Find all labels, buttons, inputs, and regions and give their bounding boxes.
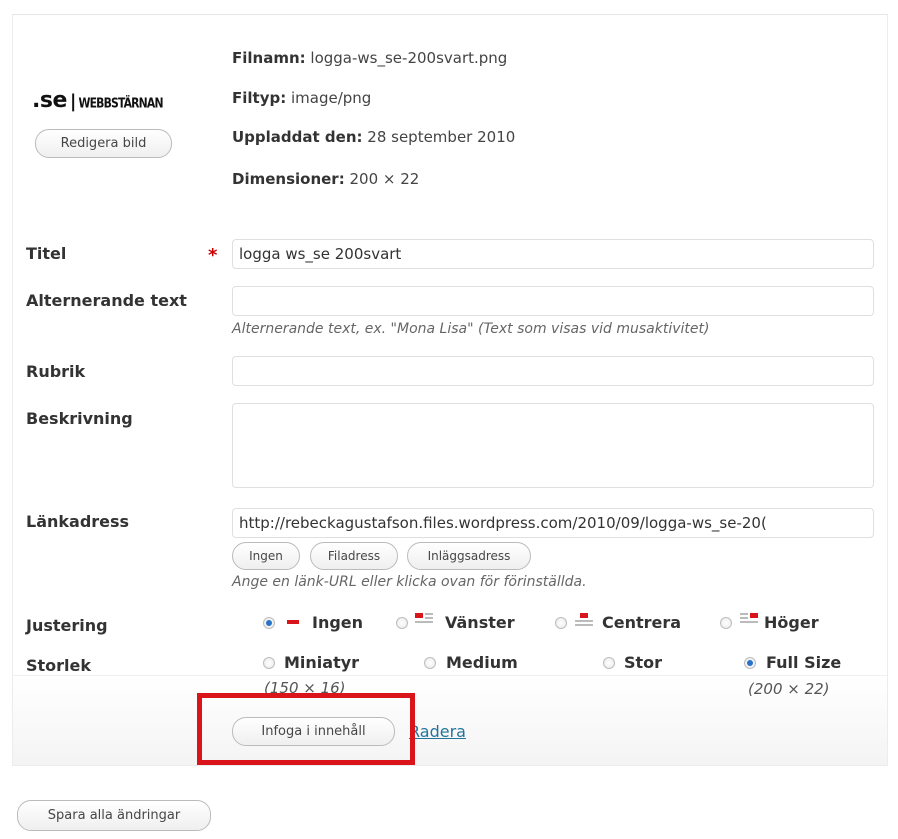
align-none-icon — [287, 620, 299, 624]
save-all-changes-button[interactable]: Spara alla ändringar — [17, 800, 211, 831]
logo-se-text: .se — [32, 88, 67, 113]
align-left-label: Vänster — [445, 613, 515, 632]
size-large-radio[interactable] — [603, 657, 615, 669]
description-textarea[interactable] — [232, 403, 874, 488]
filename-value: logga-ws_se-200svart.png — [310, 49, 508, 67]
required-marker: * — [208, 245, 218, 266]
size-thumbnail-label: Miniatyr — [284, 653, 360, 672]
link-post-url-button[interactable]: Inläggsadress — [407, 542, 531, 570]
align-right-radio[interactable] — [720, 617, 732, 629]
filetype-info: Filtyp: image/png — [232, 89, 371, 107]
alt-text-help: Alternerande text, ex. "Mona Lisa" (Text… — [232, 321, 710, 337]
link-url-input[interactable]: http://rebeckagustafson.files.wordpress.… — [232, 508, 874, 538]
link-file-url-button[interactable]: Filadress — [310, 542, 398, 570]
size-full-label: Full Size — [766, 653, 842, 672]
align-left-icon — [415, 613, 433, 623]
dimensions-value: 200 × 22 — [349, 170, 420, 188]
filetype-label: Filtyp: — [232, 89, 287, 107]
size-full-dims: (200 × 22) — [748, 680, 830, 698]
align-center-radio[interactable] — [555, 617, 567, 629]
alignment-label: Justering — [26, 616, 108, 635]
size-thumbnail-radio[interactable] — [263, 657, 275, 669]
edit-image-button[interactable]: Redigera bild — [35, 129, 172, 158]
logo-separator: | — [69, 91, 77, 112]
link-none-button[interactable]: Ingen — [232, 542, 300, 570]
uploaded-info: Uppladdat den: 28 september 2010 — [232, 128, 515, 146]
link-label: Länkadress — [26, 512, 130, 531]
title-label: Titel — [26, 244, 67, 263]
size-large-label: Stor — [624, 653, 663, 672]
align-center-icon — [575, 613, 593, 626]
title-input[interactable]: logga ws_se 200svart — [232, 239, 874, 269]
filetype-value: image/png — [291, 89, 372, 107]
logo-brand-text: WEBBSTÄRNAN — [78, 95, 163, 111]
alt-text-input[interactable] — [232, 286, 874, 316]
size-medium-label: Medium — [446, 653, 518, 672]
dimensions-info: Dimensioner: 200 × 22 — [232, 170, 419, 188]
size-medium-radio[interactable] — [424, 657, 436, 669]
highlight-box — [197, 693, 415, 765]
filename-label: Filnamn: — [232, 49, 306, 67]
alt-text-label: Alternerande text — [26, 291, 187, 310]
align-center-label: Centrera — [602, 613, 682, 632]
delete-link[interactable]: Radera — [409, 722, 466, 741]
description-label: Beskrivning — [26, 409, 133, 428]
filename-info: Filnamn: logga-ws_se-200svart.png — [232, 49, 507, 67]
align-left-radio[interactable] — [396, 617, 408, 629]
uploaded-label: Uppladdat den: — [232, 128, 363, 146]
align-none-radio[interactable] — [263, 617, 275, 629]
link-help: Ange en länk-URL eller klicka ovan för f… — [232, 574, 587, 590]
caption-input[interactable] — [232, 356, 874, 386]
align-right-icon — [740, 613, 758, 623]
uploaded-value: 28 september 2010 — [367, 128, 516, 146]
align-none-label: Ingen — [312, 613, 364, 632]
size-full-radio[interactable] — [744, 657, 756, 669]
size-label: Storlek — [26, 656, 92, 675]
caption-label: Rubrik — [26, 362, 86, 381]
image-thumbnail: .se | WEBBSTÄRNAN — [32, 88, 164, 113]
align-right-label: Höger — [764, 613, 819, 632]
dimensions-label: Dimensioner: — [232, 170, 345, 188]
